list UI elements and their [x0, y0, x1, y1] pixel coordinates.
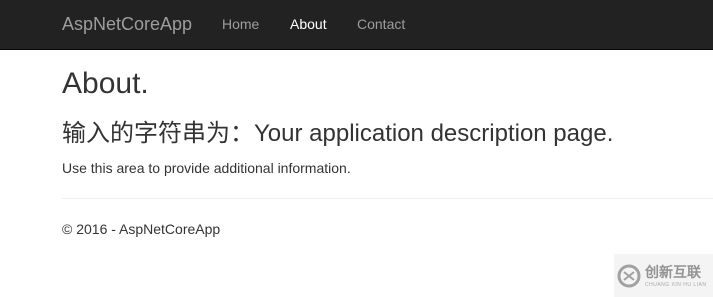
watermark: 创新互联 CHUANG XIN HU LIAN — [614, 254, 713, 297]
nav-link-about[interactable]: About — [290, 15, 327, 33]
footer-copyright: © 2016 - AspNetCoreApp — [62, 221, 221, 237]
watermark-subtext: CHUANG XIN HU LIAN — [645, 282, 707, 288]
chuangxin-logo-icon — [617, 264, 641, 288]
navbar: AspNetCoreApp Home About Contact — [0, 0, 713, 50]
page-subtitle: 输入的字符串为：Your application description pag… — [62, 120, 614, 147]
watermark-text: 创新互联 — [645, 264, 701, 280]
info-text: Use this area to provide additional info… — [62, 160, 351, 176]
page-title: About. — [62, 67, 149, 100]
brand-link[interactable]: AspNetCoreApp — [62, 13, 192, 35]
nav-link-home[interactable]: Home — [222, 15, 259, 33]
footer-divider — [62, 198, 713, 199]
nav-link-contact[interactable]: Contact — [357, 15, 405, 33]
